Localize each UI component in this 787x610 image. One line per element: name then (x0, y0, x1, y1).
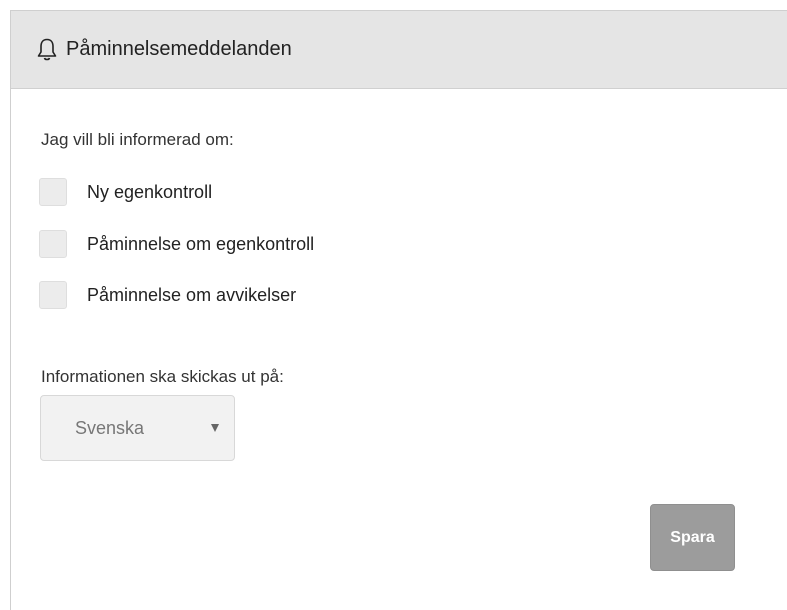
chevron-down-icon (211, 424, 219, 432)
option-paminnelse-avvikelser[interactable]: Påminnelse om avvikelser (39, 281, 296, 309)
panel-title: Påminnelsemeddelanden (66, 38, 292, 60)
option-label: Ny egenkontroll (87, 181, 213, 202)
checkbox-ny-egenkontroll[interactable] (39, 178, 67, 206)
language-select[interactable]: Svenska (40, 395, 235, 461)
bell-icon (36, 37, 58, 63)
option-label: Påminnelse om avvikelser (87, 284, 297, 305)
option-ny-egenkontroll[interactable]: Ny egenkontroll (39, 178, 212, 206)
notification-panel: Påminnelsemeddelanden Jag vill bli infor… (10, 10, 787, 610)
panel-header: Påminnelsemeddelanden (11, 11, 787, 89)
save-button[interactable]: Spara (650, 504, 735, 571)
checkbox-paminnelse-egenkontroll[interactable] (39, 230, 67, 258)
language-label: Informationen ska skickas ut på: (41, 367, 284, 386)
option-label: Påminnelse om egenkontroll (87, 233, 315, 254)
checkbox-paminnelse-avvikelser[interactable] (39, 281, 67, 309)
language-select-value: Svenska (75, 417, 145, 438)
option-paminnelse-egenkontroll[interactable]: Påminnelse om egenkontroll (39, 230, 314, 258)
notification-intro-text: Jag vill bli informerad om: (41, 130, 234, 149)
